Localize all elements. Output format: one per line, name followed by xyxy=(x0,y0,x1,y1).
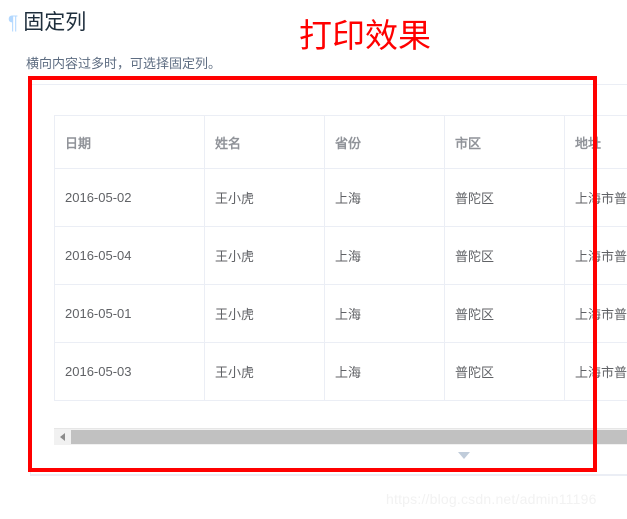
fixed-column-table: 日期 姓名 省份 市区 地址 2016-05-02 王小虎 上海 普陀区 上海市… xyxy=(54,115,627,401)
horizontal-scrollbar[interactable] xyxy=(54,428,627,445)
cell-province: 上海 xyxy=(324,284,445,343)
cell-city: 普陀区 xyxy=(444,284,565,343)
scrollbar-track[interactable] xyxy=(71,429,627,445)
cell-date: 2016-05-01 xyxy=(54,284,205,343)
pilcrow-icon[interactable]: ¶ xyxy=(8,13,18,34)
column-header-province[interactable]: 省份 xyxy=(324,115,445,169)
cell-name: 王小虎 xyxy=(204,168,325,227)
table-row[interactable]: 2016-05-03 王小虎 上海 普陀区 上海市普陀区金沙江路 1516 弄 xyxy=(54,342,627,401)
table-row[interactable]: 2016-05-01 王小虎 上海 普陀区 上海市普陀区金沙江路 1519 弄 xyxy=(54,284,627,343)
cell-address: 上海市普陀区金沙江路 1518 弄 xyxy=(564,168,627,227)
watermark-url: https://blog.csdn.net/admin11196 xyxy=(386,491,597,507)
scroll-left-button[interactable] xyxy=(54,429,71,445)
cell-address: 上海市普陀区金沙江路 1519 弄 xyxy=(564,284,627,343)
table-row[interactable]: 2016-05-04 王小虎 上海 普陀区 上海市普陀区金沙江路 1517 弄 xyxy=(54,226,627,285)
cell-date: 2016-05-02 xyxy=(54,168,205,227)
cell-city: 普陀区 xyxy=(444,342,565,401)
cell-name: 王小虎 xyxy=(204,342,325,401)
cell-province: 上海 xyxy=(324,342,445,401)
print-effect-annotation: 打印效果 xyxy=(299,17,431,54)
cell-date: 2016-05-03 xyxy=(54,342,205,401)
scrollbar-thumb[interactable] xyxy=(71,430,627,444)
arrow-left-icon xyxy=(60,433,65,441)
cell-name: 王小虎 xyxy=(204,226,325,285)
column-header-date[interactable]: 日期 xyxy=(54,115,205,169)
column-header-city[interactable]: 市区 xyxy=(444,115,565,169)
page-title-text: 固定列 xyxy=(23,11,87,34)
table-row[interactable]: 2016-05-02 王小虎 上海 普陀区 上海市普陀区金沙江路 1518 弄 xyxy=(54,168,627,227)
section-description: 横向内容过多时，可选择固定列。 xyxy=(26,56,222,71)
cell-province: 上海 xyxy=(324,226,445,285)
cell-name: 王小虎 xyxy=(204,284,325,343)
cell-address: 上海市普陀区金沙江路 1517 弄 xyxy=(564,226,627,285)
demo-card: 日期 姓名 省份 市区 地址 2016-05-02 王小虎 上海 普陀区 上海市… xyxy=(30,84,627,475)
cell-city: 普陀区 xyxy=(444,168,565,227)
page-title: ¶ 固定列 xyxy=(8,8,86,39)
column-header-name[interactable]: 姓名 xyxy=(204,115,325,169)
cell-province: 上海 xyxy=(324,168,445,227)
cell-date: 2016-05-04 xyxy=(54,226,205,285)
column-header-address[interactable]: 地址 xyxy=(564,115,627,169)
table-header-row: 日期 姓名 省份 市区 地址 xyxy=(54,115,627,169)
chevron-down-icon[interactable] xyxy=(458,452,470,459)
cell-city: 普陀区 xyxy=(444,226,565,285)
cell-address: 上海市普陀区金沙江路 1516 弄 xyxy=(564,342,627,401)
card-bottom-divider xyxy=(30,475,627,476)
table-scroll-container[interactable]: 日期 姓名 省份 市区 地址 2016-05-02 王小虎 上海 普陀区 上海市… xyxy=(54,115,627,428)
